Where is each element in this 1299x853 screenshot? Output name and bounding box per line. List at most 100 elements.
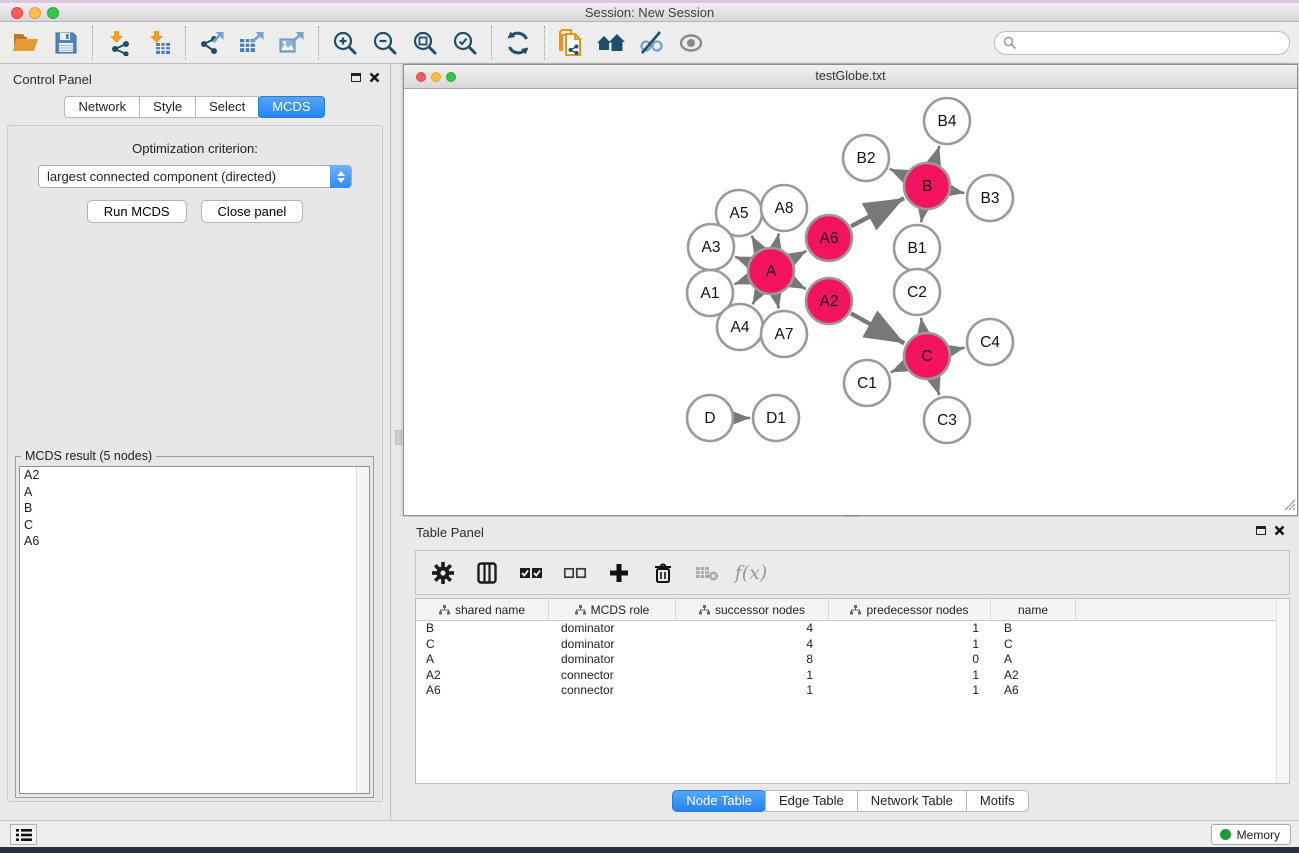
graph-node-B2[interactable]: B2	[843, 135, 889, 181]
import-network-icon[interactable]	[99, 25, 139, 61]
table-cell[interactable]: dominator	[549, 621, 676, 637]
result-list-item[interactable]: C	[20, 517, 369, 534]
edge-B-B4[interactable]	[934, 146, 939, 162]
result-scrollbar[interactable]	[356, 467, 369, 793]
edge-C-C1[interactable]	[891, 366, 904, 372]
zoom-out-icon[interactable]	[365, 25, 405, 61]
table-row[interactable]: A6connector11A6	[416, 683, 1289, 699]
task-history-button[interactable]	[10, 824, 37, 845]
network-window-titlebar[interactable]: testGlobe.txt	[404, 65, 1297, 89]
vertical-splitter-handle[interactable]	[395, 430, 402, 445]
graph-node-A4[interactable]: A4	[717, 304, 763, 350]
memory-button[interactable]: Memory	[1211, 824, 1291, 845]
optimization-criterion-select[interactable]: largest connected component (directed)	[38, 165, 352, 188]
table-cell[interactable]: 1	[829, 621, 991, 637]
graph-node-D1[interactable]: D1	[753, 395, 799, 441]
graph-node-C2[interactable]: C2	[894, 269, 940, 315]
graph-node-A8[interactable]: A8	[761, 185, 807, 231]
clone-network-icon[interactable]	[551, 25, 591, 61]
edge-A6-B[interactable]	[851, 198, 904, 226]
edge-C-C3[interactable]	[934, 380, 939, 395]
graph-node-C3[interactable]: C3	[924, 397, 970, 443]
table-cell[interactable]: B	[416, 621, 549, 637]
tab-node-table[interactable]: Node Table	[672, 790, 766, 812]
table-row[interactable]: Adominator80A	[416, 652, 1289, 668]
table-cell[interactable]: dominator	[549, 637, 676, 653]
export-image-icon[interactable]	[272, 25, 312, 61]
table-cell[interactable]: A2	[991, 668, 1076, 684]
graph-node-A7[interactable]: A7	[761, 311, 807, 357]
result-list-item[interactable]: A6	[20, 533, 369, 550]
hide-glasses-icon[interactable]	[631, 25, 671, 61]
table-row[interactable]: Cdominator41C	[416, 637, 1289, 653]
table-cell[interactable]: C	[991, 637, 1076, 653]
table-cell[interactable]: 8	[676, 652, 829, 668]
result-list-item[interactable]: A2	[20, 467, 369, 484]
table-cell[interactable]: connector	[549, 683, 676, 699]
refresh-icon[interactable]	[498, 25, 538, 61]
graph-node-C4[interactable]: C4	[967, 319, 1013, 365]
graph-node-A[interactable]: A	[748, 248, 794, 294]
table-cell[interactable]: 1	[676, 683, 829, 699]
graph-node-A2[interactable]: A2	[806, 278, 852, 324]
zoom-fit-icon[interactable]	[405, 25, 445, 61]
export-network-icon[interactable]	[192, 25, 232, 61]
import-table-icon[interactable]	[139, 25, 179, 61]
edge-B-B1[interactable]	[921, 211, 923, 223]
tab-network-table[interactable]: Network Table	[857, 790, 967, 812]
edge-A-A6[interactable]	[793, 251, 807, 259]
resize-grip-icon[interactable]	[1283, 498, 1296, 514]
edge-C-C4[interactable]	[951, 348, 964, 351]
table-scrollbar[interactable]	[1276, 599, 1289, 783]
column-header-name[interactable]: name	[991, 599, 1076, 620]
close-panel-icon[interactable]	[369, 72, 380, 83]
table-row[interactable]: Bdominator41B	[416, 621, 1289, 637]
show-eye-icon[interactable]	[671, 25, 711, 61]
table-cell[interactable]: A	[416, 652, 549, 668]
zoom-in-icon[interactable]	[325, 25, 365, 61]
edge-A-A3[interactable]	[735, 257, 748, 262]
mcds-result-list[interactable]: A2ABCA6	[19, 466, 370, 794]
edge-A-A7[interactable]	[776, 295, 779, 308]
deselect-all-icon[interactable]	[558, 556, 592, 590]
graph-node-A6[interactable]: A6	[806, 215, 852, 261]
graph-node-C1[interactable]: C1	[844, 360, 890, 406]
table-cell[interactable]: 4	[676, 637, 829, 653]
export-table-icon[interactable]	[232, 25, 272, 61]
column-header-MCDS-role[interactable]: MCDS role	[549, 599, 676, 620]
zoom-selected-icon[interactable]	[445, 25, 485, 61]
edge-A2-C[interactable]	[851, 313, 905, 343]
tab-edge-table[interactable]: Edge Table	[765, 790, 858, 812]
settings-gear-icon[interactable]	[426, 556, 460, 590]
table-row[interactable]: A2connector11A2	[416, 668, 1289, 684]
edge-A-A4[interactable]	[753, 293, 759, 304]
tab-network[interactable]: Network	[64, 96, 140, 118]
edge-A-A5[interactable]	[752, 236, 759, 249]
show-column-icon[interactable]	[470, 556, 504, 590]
edge-A-A2[interactable]	[793, 282, 806, 289]
table-cell[interactable]: connector	[549, 668, 676, 684]
tab-style[interactable]: Style	[139, 96, 196, 118]
table-cell[interactable]: 1	[829, 668, 991, 684]
graph-node-B1[interactable]: B1	[894, 225, 940, 271]
save-session-icon[interactable]	[46, 25, 86, 61]
float-panel-icon[interactable]	[1256, 526, 1266, 535]
tab-motifs[interactable]: Motifs	[966, 790, 1029, 812]
graph-node-B[interactable]: B	[904, 163, 950, 209]
column-header-shared-name[interactable]: shared name	[416, 599, 549, 620]
graph-node-C[interactable]: C	[904, 333, 950, 379]
close-panel-button[interactable]: Close panel	[201, 200, 304, 223]
select-stepper-icon[interactable]	[330, 165, 351, 188]
table-cell[interactable]: A2	[416, 668, 549, 684]
table-cell[interactable]: A6	[991, 683, 1076, 699]
edge-B-B3[interactable]	[952, 191, 965, 193]
close-panel-icon[interactable]	[1274, 525, 1285, 536]
graph-node-D[interactable]: D	[687, 395, 733, 441]
edge-C-C2[interactable]	[921, 318, 923, 332]
search-input[interactable]	[1017, 36, 1289, 50]
graph-node-B4[interactable]: B4	[924, 98, 970, 144]
table-cell[interactable]: C	[416, 637, 549, 653]
network-graph[interactable]: B4B2BB3B1A5A8A6A3AA1C2A2A4A7C4CC1C3DD1	[404, 89, 1297, 515]
table-cell[interactable]: 1	[829, 683, 991, 699]
edge-B-B2[interactable]	[890, 169, 905, 176]
